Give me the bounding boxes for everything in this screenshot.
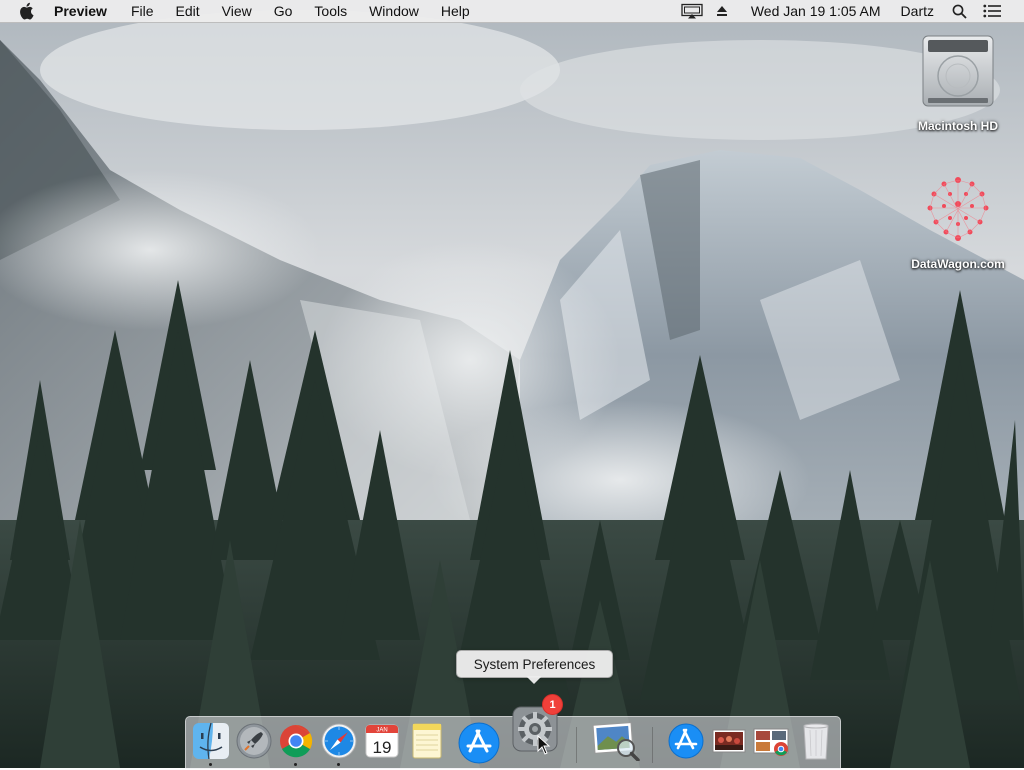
desktop-icon-macintosh-hd[interactable]: Macintosh HD (903, 32, 1013, 133)
desktop-icon-label: DataWagon.com (911, 257, 1005, 271)
dock-item-notes[interactable] (407, 721, 447, 761)
calendar-month: JAN (376, 728, 387, 734)
app-store-folder-icon (668, 723, 704, 759)
dock-item-chrome[interactable] (276, 721, 316, 761)
notification-center-icon[interactable] (982, 0, 1002, 22)
desktop-icon-datawagon[interactable]: DataWagon.com (903, 172, 1013, 271)
hard-drive-icon (922, 35, 994, 107)
running-indicator (337, 763, 340, 766)
chrome-icon (280, 725, 313, 758)
menu-tools[interactable]: Tools (314, 3, 347, 19)
downloads-stack-icon (753, 728, 789, 756)
dock: JAN 19 (185, 706, 841, 769)
dock-item-downloads-stack[interactable] (751, 721, 791, 761)
notification-badge: 1 (542, 694, 563, 715)
menu-help[interactable]: Help (441, 3, 470, 19)
dock-tooltip: System Preferences (456, 650, 613, 678)
app-store-icon (458, 722, 500, 764)
launchpad-icon (236, 723, 272, 759)
dock-item-app-store[interactable] (457, 721, 500, 764)
search-icon[interactable] (950, 0, 968, 22)
network-volume-icon (927, 177, 989, 241)
menu-go[interactable]: Go (274, 3, 293, 19)
dock-item-photos-stack[interactable] (709, 721, 749, 761)
running-indicator (294, 763, 297, 766)
notes-icon (412, 723, 442, 759)
calendar-day: 19 (373, 738, 392, 757)
menu-window[interactable]: Window (369, 3, 419, 19)
dock-item-preview[interactable] (592, 721, 640, 762)
menu-file[interactable]: File (131, 3, 154, 19)
dock-item-trash[interactable] (796, 721, 836, 761)
eject-icon[interactable] (713, 0, 731, 22)
desktop-icon-label: Macintosh HD (917, 119, 998, 133)
safari-icon (321, 723, 357, 759)
menubar-user[interactable]: Dartz (901, 0, 934, 22)
dock-separator (576, 727, 577, 763)
calendar-icon: JAN 19 (365, 724, 399, 758)
menu-edit[interactable]: Edit (176, 3, 200, 19)
photo-stack-icon (712, 729, 746, 753)
mouse-cursor-icon (537, 735, 551, 755)
preview-icon (592, 722, 640, 762)
dock-item-finder[interactable] (191, 721, 231, 761)
apple-logo-icon[interactable] (18, 0, 36, 22)
menu-bar: Preview File Edit View Go Tools Window H… (0, 0, 1024, 23)
dock-item-calendar[interactable]: JAN 19 (362, 721, 402, 761)
airplay-display-icon[interactable] (677, 0, 707, 22)
menubar-clock[interactable]: Wed Jan 19 1:05 AM (751, 0, 881, 22)
dock-item-applications[interactable] (666, 721, 706, 761)
menu-app-preview[interactable]: Preview (54, 3, 107, 19)
menu-view[interactable]: View (222, 3, 252, 19)
dock-item-launchpad[interactable] (234, 721, 274, 761)
dock-separator (652, 727, 653, 763)
dock-item-safari[interactable] (319, 721, 359, 761)
finder-icon (193, 722, 229, 760)
trash-icon (803, 723, 829, 760)
running-indicator (209, 763, 212, 766)
dock-tooltip-arrow (526, 676, 542, 684)
